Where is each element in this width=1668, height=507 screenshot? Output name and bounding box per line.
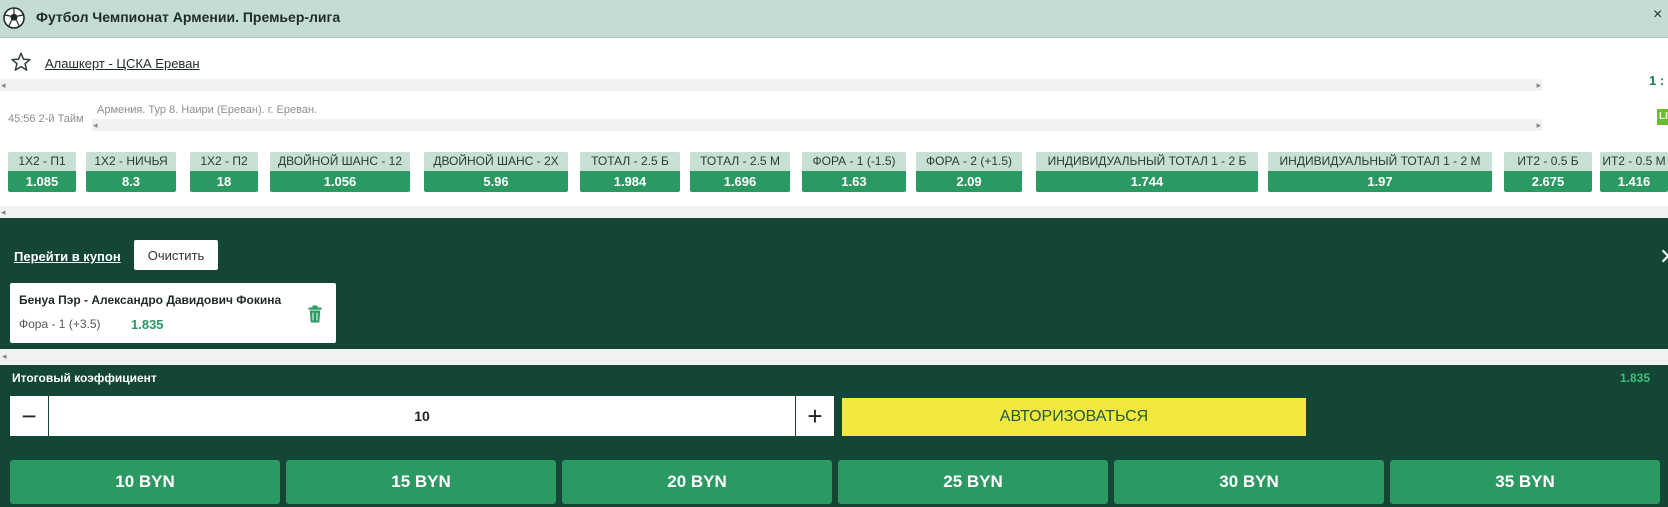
market-odd[interactable]: 5.96 xyxy=(424,171,568,192)
header-close-icon[interactable]: × xyxy=(1653,6,1668,30)
market-cell[interactable]: ФОРА - 2 (+1.5) 2.09 xyxy=(916,152,1022,192)
market-label: ФОРА - 2 (+1.5) xyxy=(916,152,1022,171)
live-badge[interactable]: LI xyxy=(1657,109,1668,125)
markets-scrollbar[interactable]: ◂ xyxy=(0,206,1668,218)
market-cell[interactable]: ТОТАЛ - 2.5 Б 1.984 xyxy=(580,152,680,192)
market-odd[interactable]: 1.085 xyxy=(8,171,76,192)
market-label: 1X2 - П1 xyxy=(8,152,76,171)
market-odd[interactable]: 8.3 xyxy=(86,171,176,192)
scroll-left-icon[interactable]: ◂ xyxy=(1,80,6,90)
market-cell[interactable]: ИТ2 - 0.5 Б 2.675 xyxy=(1504,152,1592,192)
market-odd[interactable]: 1.984 xyxy=(580,171,680,192)
market-odd[interactable]: 2.09 xyxy=(916,171,1022,192)
market-odd[interactable]: 1.696 xyxy=(690,171,790,192)
scroll-left-icon[interactable]: ◂ xyxy=(1,207,6,217)
match-info: Армения. Тур 8. Наири (Ереван). г. Ерева… xyxy=(97,104,318,116)
market-label: ИТ2 - 0.5 Б xyxy=(1504,152,1592,171)
trash-icon[interactable] xyxy=(308,305,322,323)
market-cell[interactable]: 1X2 - П2 18 xyxy=(190,152,258,192)
coupon-close-icon[interactable]: ✕ xyxy=(1659,246,1668,268)
login-button[interactable]: АВТОРИЗОВАТЬСЯ xyxy=(842,398,1306,436)
quick-stake-button[interactable]: 35 BYN xyxy=(1390,460,1660,504)
total-odd-value: 1.835 xyxy=(1620,371,1651,385)
market-label: ИНДИВИДУАЛЬНЫЙ ТОТАЛ 1 - 2 М xyxy=(1268,152,1492,171)
league-title: Футбол Чемпионат Армении. Премьер-лига xyxy=(36,9,341,25)
market-odd[interactable]: 1.416 xyxy=(1600,171,1668,192)
scroll-right-icon[interactable]: ▸ xyxy=(1536,80,1541,90)
bet-teams: Бенуа Пэр - Александро Давидович Фокина xyxy=(19,293,282,307)
quick-stake-button[interactable]: 25 BYN xyxy=(838,460,1108,504)
market-cell[interactable]: ДВОЙНОЙ ШАНС - 12 1.056 xyxy=(270,152,410,192)
market-cell[interactable]: ИТ2 - 0.5 М 1.416 xyxy=(1600,152,1668,192)
market-odd[interactable]: 2.675 xyxy=(1504,171,1592,192)
market-cell[interactable]: ИНДИВИДУАЛЬНЫЙ ТОТАЛ 1 - 2 Б 1.744 xyxy=(1036,152,1258,192)
scroll-left-icon[interactable]: ◂ xyxy=(2,351,7,362)
market-label: 1X2 - НИЧЬЯ xyxy=(86,152,176,171)
scroll-left-icon[interactable]: ◂ xyxy=(93,120,98,130)
scroll-right-icon[interactable]: ▸ xyxy=(1536,120,1541,130)
soccer-ball-icon xyxy=(3,7,25,29)
match-time: 45:56 2-й Тайм xyxy=(8,113,84,125)
quick-stake-button[interactable]: 30 BYN xyxy=(1114,460,1384,504)
increase-stake-button[interactable]: + xyxy=(796,396,834,436)
market-cell[interactable]: 1X2 - П1 1.085 xyxy=(8,152,76,192)
bet-card: Бенуа Пэр - Александро Давидович Фокина … xyxy=(10,283,336,343)
total-odd-label: Итоговый коэффициент xyxy=(12,371,157,385)
clear-button[interactable]: Очистить xyxy=(134,240,218,270)
match-link[interactable]: Алашкерт - ЦСКА Ереван xyxy=(45,56,200,71)
market-cell[interactable]: ТОТАЛ - 2.5 М 1.696 xyxy=(690,152,790,192)
market-cell[interactable]: 1X2 - НИЧЬЯ 8.3 xyxy=(86,152,176,192)
match-score: 1 : xyxy=(1649,73,1665,88)
market-label: ТОТАЛ - 2.5 Б xyxy=(580,152,680,171)
quick-stake-button[interactable]: 10 BYN xyxy=(10,460,280,504)
match-info-scrollbar[interactable]: ◂ ▸ xyxy=(92,119,1542,131)
quick-stake-button[interactable]: 15 BYN xyxy=(286,460,556,504)
decrease-stake-button[interactable]: − xyxy=(10,396,48,436)
market-cell[interactable]: ИНДИВИДУАЛЬНЫЙ ТОТАЛ 1 - 2 М 1.97 xyxy=(1268,152,1492,192)
market-label: 1X2 - П2 xyxy=(190,152,258,171)
coupon-scrollbar[interactable]: ◂ xyxy=(0,349,1668,365)
market-cell[interactable]: ФОРА - 1 (-1.5) 1.63 xyxy=(802,152,906,192)
bet-outcome: Фора - 1 (+3.5) xyxy=(19,317,101,331)
market-label: ИНДИВИДУАЛЬНЫЙ ТОТАЛ 1 - 2 Б xyxy=(1036,152,1258,171)
quick-stake-button[interactable]: 20 BYN xyxy=(562,460,832,504)
favorite-star-icon[interactable] xyxy=(10,51,32,73)
market-label: ФОРА - 1 (-1.5) xyxy=(802,152,906,171)
stake-input[interactable] xyxy=(48,396,796,436)
league-header: Футбол Чемпионат Армении. Премьер-лига × xyxy=(0,0,1668,38)
market-odd[interactable]: 1.97 xyxy=(1268,171,1492,192)
market-odd[interactable]: 1.744 xyxy=(1036,171,1258,192)
market-odd[interactable]: 18 xyxy=(190,171,258,192)
bet-odd: 1.835 xyxy=(131,317,164,332)
market-label: ИТ2 - 0.5 М xyxy=(1600,152,1668,171)
market-label: ДВОЙНОЙ ШАНС - 12 xyxy=(270,152,410,171)
match-title-scrollbar[interactable]: ◂ ▸ xyxy=(0,79,1542,91)
market-odd[interactable]: 1.056 xyxy=(270,171,410,192)
market-label: ТОТАЛ - 2.5 М xyxy=(690,152,790,171)
market-label: ДВОЙНОЙ ШАНС - 2X xyxy=(424,152,568,171)
market-cell[interactable]: ДВОЙНОЙ ШАНС - 2X 5.96 xyxy=(424,152,568,192)
stake-stepper: − + xyxy=(10,396,834,436)
go-to-coupon-link[interactable]: Перейти в купон xyxy=(14,249,121,264)
market-odd[interactable]: 1.63 xyxy=(802,171,906,192)
